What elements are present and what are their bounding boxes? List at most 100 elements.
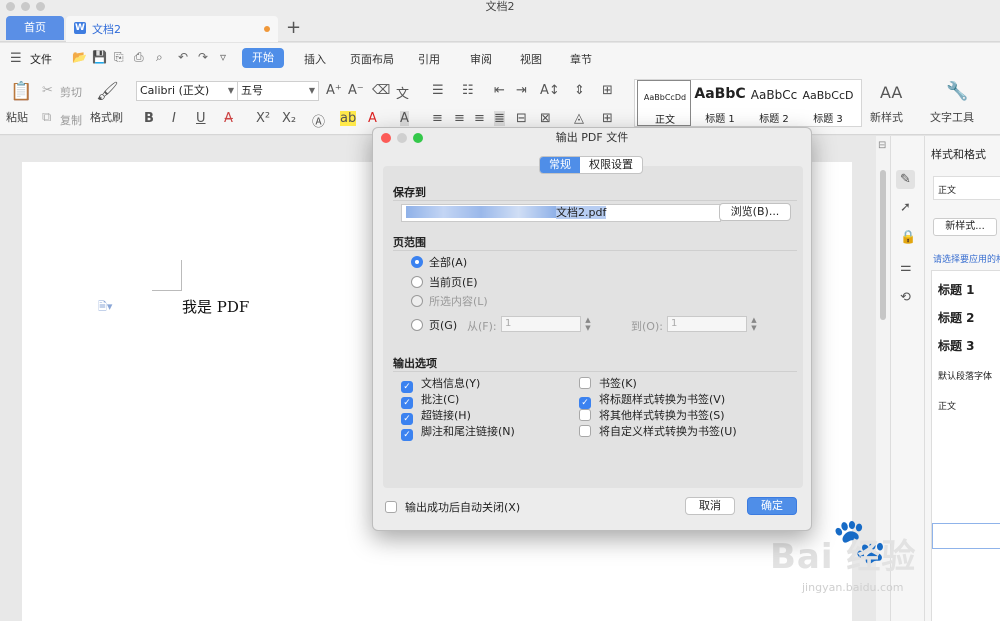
tab-section[interactable]: 章节 xyxy=(570,51,592,67)
menu-file[interactable]: 文件 xyxy=(30,51,52,67)
browse-button[interactable]: 浏览(B)... xyxy=(719,203,791,221)
clear-format-icon[interactable]: ⌫ xyxy=(372,83,390,98)
style-list-item[interactable]: 正文 xyxy=(938,399,956,412)
style-heading-3[interactable]: AaBbCcD 标题 3 xyxy=(801,80,855,126)
select-pointer-icon[interactable]: ➚ xyxy=(900,200,911,215)
customize-dropdown-icon[interactable]: ▿ xyxy=(220,50,226,64)
open-folder-icon[interactable]: 📂 xyxy=(72,50,87,64)
underline-icon[interactable]: U xyxy=(196,111,206,126)
save-path-field[interactable]: 文档2.pdf xyxy=(401,204,721,222)
option-footnotes-checkbox[interactable]: ✓ 脚注和尾注链接(N) xyxy=(401,423,515,441)
highlight-icon[interactable]: ab xyxy=(340,111,357,126)
hamburger-icon[interactable]: ☰ xyxy=(10,51,22,66)
style-heading-1[interactable]: AaBbC 标题 1 xyxy=(693,80,747,126)
style-list-item[interactable]: 标题 3 xyxy=(938,337,975,354)
from-stepper-icon[interactable]: ▲ ▼ xyxy=(583,316,593,332)
superscript-icon[interactable]: X² xyxy=(256,111,270,126)
new-style-panel-button[interactable]: 新样式... xyxy=(933,218,997,236)
font-size-select[interactable]: 五号 ▼ xyxy=(237,81,319,101)
paste-button[interactable]: 粘贴 xyxy=(6,109,28,125)
style-list-item[interactable]: 标题 1 xyxy=(938,281,975,298)
align-left-icon[interactable]: ≡ xyxy=(432,111,443,126)
save-icon[interactable]: 💾 xyxy=(92,50,107,64)
decrease-indent-icon[interactable]: ⇤ xyxy=(494,83,505,98)
bullets-icon[interactable]: ☰ xyxy=(432,83,444,98)
copy-button[interactable]: 复制 xyxy=(60,112,82,128)
tab-references[interactable]: 引用 xyxy=(418,51,440,67)
range-all-radio[interactable]: 全部(A) xyxy=(411,254,467,270)
paste-icon[interactable]: 📋 xyxy=(10,81,32,102)
tab-home[interactable]: 首页 xyxy=(6,16,64,40)
ok-button[interactable]: 确定 xyxy=(747,497,797,515)
distributed-icon[interactable]: ⊟ xyxy=(516,111,527,126)
document-text[interactable]: 我是 PDF xyxy=(182,296,249,317)
copy-icon[interactable]: ⧉ xyxy=(42,110,51,125)
wrench-icon[interactable]: 🔧 xyxy=(946,81,968,102)
style-heading-2[interactable]: AaBbCc 标题 2 xyxy=(747,80,801,126)
align-center-icon[interactable]: ≡ xyxy=(454,111,465,126)
to-input[interactable]: 1 xyxy=(667,316,747,332)
option-custom-style-bookmarks-checkbox[interactable]: 将自定义样式转换为书签(U) xyxy=(579,423,737,439)
cut-icon[interactable]: ✂ xyxy=(42,83,53,98)
justify-icon[interactable]: ≣ xyxy=(494,111,505,126)
numbering-icon[interactable]: ☷ xyxy=(462,83,474,98)
option-other-style-bookmarks-checkbox[interactable]: 将其他样式转换为书签(S) xyxy=(579,407,725,423)
tab-page-layout[interactable]: 页面布局 xyxy=(350,51,394,67)
print-icon[interactable]: ⎙ xyxy=(134,50,144,65)
new-tab-button[interactable]: + xyxy=(286,16,301,40)
from-input[interactable]: 1 xyxy=(501,316,581,332)
range-current-radio[interactable]: 当前页(E) xyxy=(411,274,478,290)
tab-general[interactable]: 常规 xyxy=(540,157,580,173)
redo-icon[interactable]: ↷ xyxy=(198,50,208,64)
option-bookmarks-checkbox[interactable]: 书签(K) xyxy=(579,375,637,391)
history-icon[interactable]: ⟲ xyxy=(900,290,911,305)
range-pages-radio[interactable]: 页(G) xyxy=(411,317,457,333)
style-pen-icon[interactable]: ✎ xyxy=(896,170,915,189)
increase-indent-icon[interactable]: ⇥ xyxy=(516,83,527,98)
font-color-icon[interactable]: A xyxy=(368,111,377,126)
new-style-button[interactable]: 新样式 xyxy=(870,109,903,125)
tab-review[interactable]: 审阅 xyxy=(470,51,492,67)
tab-insert[interactable]: 插入 xyxy=(304,51,326,67)
table-icon[interactable]: ⊞ xyxy=(602,83,613,98)
tab-start[interactable]: 开始 xyxy=(242,48,284,68)
chinese-layout-icon[interactable]: ⊠ xyxy=(540,111,551,126)
adjust-sliders-icon[interactable]: ⚌ xyxy=(900,260,912,275)
italic-icon[interactable]: I xyxy=(172,111,176,126)
grow-font-icon[interactable]: A⁺ xyxy=(326,83,342,98)
format-painter-icon[interactable]: 🖌 xyxy=(96,81,119,102)
lock-icon[interactable]: 🔒 xyxy=(900,230,916,245)
align-right-icon[interactable]: ≡ xyxy=(474,111,485,126)
tab-permissions[interactable]: 权限设置 xyxy=(580,157,642,173)
scrollbar-thumb[interactable] xyxy=(880,170,886,320)
new-style-icon[interactable]: AA xyxy=(880,83,902,102)
export-icon[interactable]: ⎘ xyxy=(114,50,124,65)
cut-button[interactable]: 剪切 xyxy=(60,84,82,100)
to-stepper-icon[interactable]: ▲ ▼ xyxy=(749,316,759,332)
current-style-box[interactable]: 正文 xyxy=(933,176,1000,200)
font-family-select[interactable]: Calibri (正文) ▼ xyxy=(136,81,238,101)
text-effect-icon[interactable]: Ⓐ xyxy=(312,111,325,130)
phonetic-icon[interactable]: 文 xyxy=(396,83,409,102)
style-normal[interactable]: AaBbCcDd 正文 xyxy=(637,80,691,126)
paragraph-handle-icon[interactable]: 🗎▾ xyxy=(98,298,112,317)
subscript-icon[interactable]: X₂ xyxy=(282,111,296,126)
char-shading-icon[interactable]: A xyxy=(400,111,409,126)
auto-close-checkbox[interactable]: 输出成功后自动关闭(X) xyxy=(385,499,520,515)
line-spacing-icon[interactable]: ⇕ xyxy=(574,83,585,98)
bold-icon[interactable]: B xyxy=(144,111,154,126)
undo-icon[interactable]: ↶ xyxy=(178,50,188,64)
cancel-button[interactable]: 取消 xyxy=(685,497,735,515)
tab-view[interactable]: 视图 xyxy=(520,51,542,67)
format-painter-button[interactable]: 格式刷 xyxy=(90,109,123,125)
style-list-item[interactable]: 标题 2 xyxy=(938,309,975,326)
sort-icon[interactable]: A↕ xyxy=(540,83,560,98)
strikethrough-icon[interactable]: A̶ xyxy=(224,111,233,126)
split-view-icon[interactable]: ⊟ xyxy=(878,140,886,151)
print-preview-icon[interactable]: ⌕ xyxy=(156,50,163,65)
tab-document[interactable]: W 文档2 xyxy=(66,16,278,42)
style-list-item[interactable]: 默认段落字体 xyxy=(938,369,992,382)
borders-icon[interactable]: ⊞ xyxy=(602,111,613,126)
text-tools-button[interactable]: 文字工具 xyxy=(930,109,974,125)
shading-icon[interactable]: ◬ xyxy=(574,111,584,126)
